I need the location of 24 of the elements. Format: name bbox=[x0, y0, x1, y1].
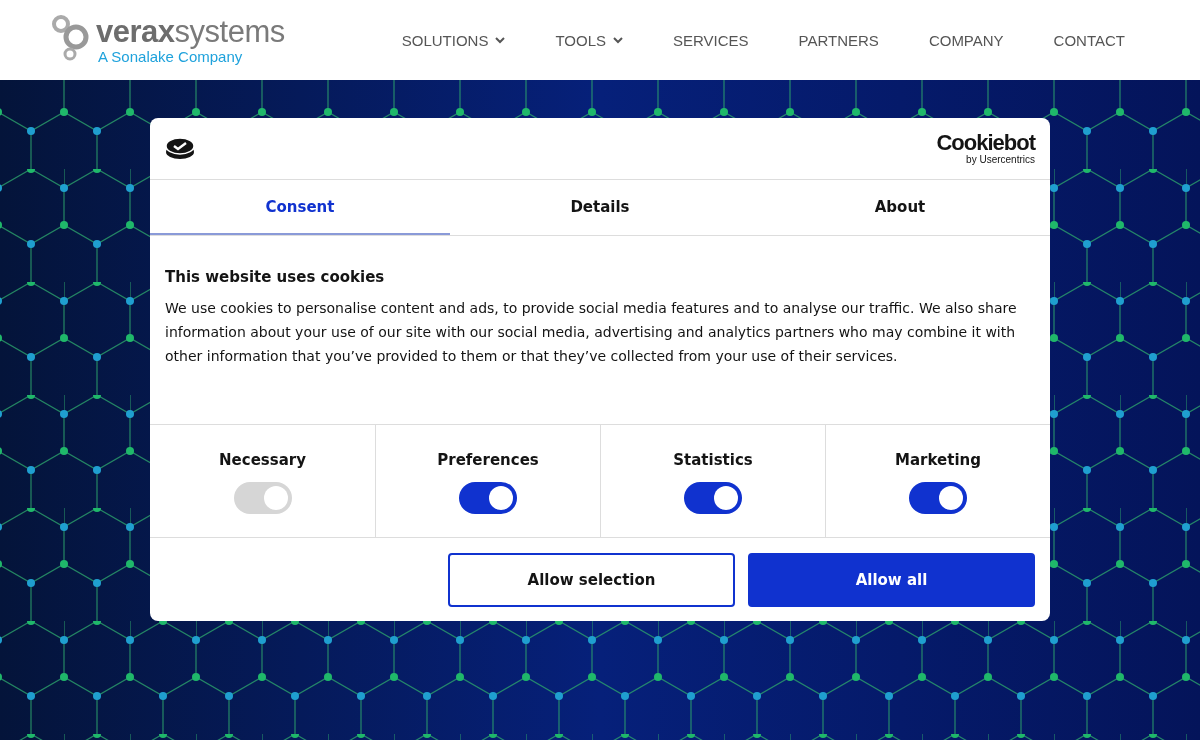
nav-link[interactable]: SERVICES bbox=[673, 31, 749, 49]
brand-byline: by Usercentrics bbox=[966, 154, 1035, 165]
chevron-down-icon bbox=[613, 36, 623, 44]
nav-link[interactable]: TOOLS bbox=[555, 31, 623, 49]
toggle-switch[interactable] bbox=[684, 482, 742, 514]
dialog-title: This website uses cookies bbox=[165, 268, 386, 286]
nav-link[interactable]: CONTACT bbox=[1053, 31, 1125, 49]
logo-tagline: A Sonalake Company bbox=[98, 49, 243, 65]
category-label: Necessary bbox=[219, 451, 306, 469]
nav-link[interactable]: COMPANY bbox=[928, 31, 1004, 49]
logo-wordmark: veraxsystems bbox=[96, 15, 285, 49]
category-label: Preferences bbox=[437, 451, 539, 469]
toggle-switch[interactable] bbox=[909, 482, 967, 514]
category-label: Statistics bbox=[673, 451, 753, 469]
brand-name: Cookiebot bbox=[936, 132, 1035, 154]
nav-link[interactable]: PARTNERS bbox=[798, 31, 879, 49]
cookie-check-icon bbox=[165, 136, 195, 161]
allow-all-button[interactable]: Allow all bbox=[748, 553, 1035, 607]
category-label: Marketing bbox=[895, 451, 981, 469]
chevron-down-icon bbox=[495, 36, 506, 44]
consent-text: We use cookies to personalise content and ads, to provide social media features and to analyse our traffic. We also share information about your use of our site with our social media, advertising and analytics partners who may combine it with other information that you’ve provided to them or that they’ve collected from your use of their services. bbox=[165, 299, 1018, 366]
toggle-switch[interactable] bbox=[459, 482, 517, 514]
nav-link[interactable]: SOLUTIONS bbox=[401, 31, 506, 49]
allow-selection-button[interactable]: Allow selection bbox=[448, 553, 735, 607]
